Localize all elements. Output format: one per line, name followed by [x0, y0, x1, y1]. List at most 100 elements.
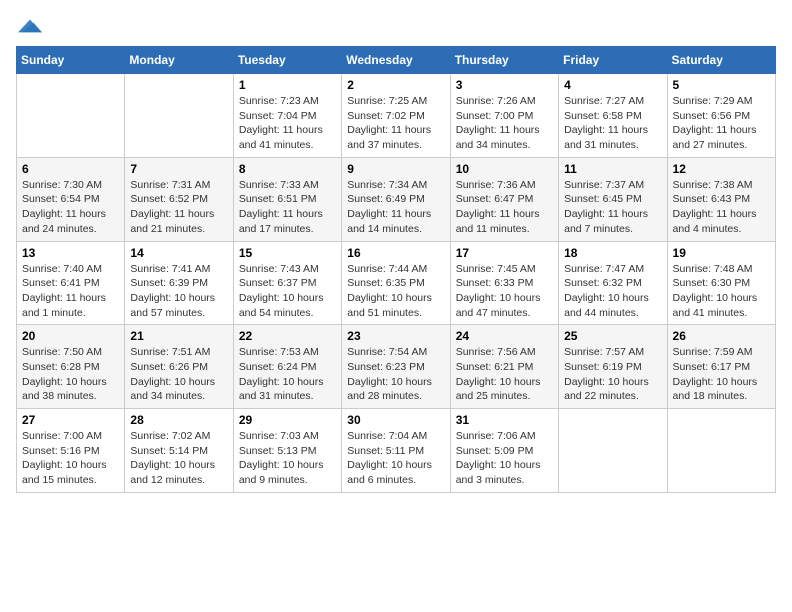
- day-number: 9: [347, 162, 444, 176]
- logo: [16, 16, 46, 36]
- day-detail: Sunrise: 7:00 AMSunset: 5:16 PMDaylight:…: [22, 429, 119, 488]
- day-number: 6: [22, 162, 119, 176]
- header-thursday: Thursday: [450, 47, 558, 74]
- day-detail: Sunrise: 7:44 AMSunset: 6:35 PMDaylight:…: [347, 262, 444, 321]
- day-number: 13: [22, 246, 119, 260]
- calendar-cell: 3 Sunrise: 7:26 AMSunset: 7:00 PMDaylight…: [450, 74, 558, 158]
- day-detail: Sunrise: 7:04 AMSunset: 5:11 PMDaylight:…: [347, 429, 444, 488]
- day-detail: Sunrise: 7:27 AMSunset: 6:58 PMDaylight:…: [564, 94, 661, 153]
- day-detail: Sunrise: 7:33 AMSunset: 6:51 PMDaylight:…: [239, 178, 336, 237]
- calendar-cell: 7 Sunrise: 7:31 AMSunset: 6:52 PMDaylight…: [125, 157, 233, 241]
- day-detail: Sunrise: 7:51 AMSunset: 6:26 PMDaylight:…: [130, 345, 227, 404]
- calendar-cell: 28Sunrise: 7:02 AMSunset: 5:14 PMDayligh…: [125, 409, 233, 493]
- header-friday: Friday: [559, 47, 667, 74]
- day-number: 17: [456, 246, 553, 260]
- day-detail: Sunrise: 7:36 AMSunset: 6:47 PMDaylight:…: [456, 178, 553, 237]
- day-number: 8: [239, 162, 336, 176]
- week-row-4: 27Sunrise: 7:00 AMSunset: 5:16 PMDayligh…: [17, 409, 776, 493]
- calendar-cell: [125, 74, 233, 158]
- day-detail: Sunrise: 7:53 AMSunset: 6:24 PMDaylight:…: [239, 345, 336, 404]
- calendar-cell: 23 Sunrise: 7:54 AMSunset: 6:23 PMDayligh…: [342, 325, 450, 409]
- calendar-cell: 19 Sunrise: 7:48 AMSunset: 6:30 PMDayligh…: [667, 241, 775, 325]
- calendar-cell: 4 Sunrise: 7:27 AMSunset: 6:58 PMDaylight…: [559, 74, 667, 158]
- day-detail: Sunrise: 7:57 AMSunset: 6:19 PMDaylight:…: [564, 345, 661, 404]
- day-detail: Sunrise: 7:37 AMSunset: 6:45 PMDaylight:…: [564, 178, 661, 237]
- day-number: 16: [347, 246, 444, 260]
- day-number: 23: [347, 329, 444, 343]
- week-row-3: 20Sunrise: 7:50 AMSunset: 6:28 PMDayligh…: [17, 325, 776, 409]
- calendar-cell: 21 Sunrise: 7:51 AMSunset: 6:26 PMDayligh…: [125, 325, 233, 409]
- day-detail: Sunrise: 7:45 AMSunset: 6:33 PMDaylight:…: [456, 262, 553, 321]
- calendar-cell: 22 Sunrise: 7:53 AMSunset: 6:24 PMDayligh…: [233, 325, 341, 409]
- calendar-cell: 15 Sunrise: 7:43 AMSunset: 6:37 PMDayligh…: [233, 241, 341, 325]
- calendar-table: SundayMondayTuesdayWednesdayThursdayFrid…: [16, 46, 776, 493]
- calendar-cell: 9Sunrise: 7:34 AMSunset: 6:49 PMDaylight…: [342, 157, 450, 241]
- day-detail: Sunrise: 7:30 AMSunset: 6:54 PMDaylight:…: [22, 178, 119, 237]
- day-number: 1: [239, 78, 336, 92]
- day-number: 21: [130, 329, 227, 343]
- day-detail: Sunrise: 7:38 AMSunset: 6:43 PMDaylight:…: [673, 178, 770, 237]
- calendar-cell: 24Sunrise: 7:56 AMSunset: 6:21 PMDayligh…: [450, 325, 558, 409]
- day-number: 26: [673, 329, 770, 343]
- day-detail: Sunrise: 7:03 AMSunset: 5:13 PMDaylight:…: [239, 429, 336, 488]
- calendar-cell: 30Sunrise: 7:04 AMSunset: 5:11 PMDayligh…: [342, 409, 450, 493]
- calendar-cell: 2 Sunrise: 7:25 AMSunset: 7:02 PMDaylight…: [342, 74, 450, 158]
- day-number: 22: [239, 329, 336, 343]
- calendar-cell: 17 Sunrise: 7:45 AMSunset: 6:33 PMDayligh…: [450, 241, 558, 325]
- day-detail: Sunrise: 7:47 AMSunset: 6:32 PMDaylight:…: [564, 262, 661, 321]
- day-detail: Sunrise: 7:25 AMSunset: 7:02 PMDaylight:…: [347, 94, 444, 153]
- day-number: 4: [564, 78, 661, 92]
- day-number: 31: [456, 413, 553, 427]
- calendar-cell: 11 Sunrise: 7:37 AMSunset: 6:45 PMDayligh…: [559, 157, 667, 241]
- day-number: 7: [130, 162, 227, 176]
- header-sunday: Sunday: [17, 47, 125, 74]
- calendar-cell: 26 Sunrise: 7:59 AMSunset: 6:17 PMDayligh…: [667, 325, 775, 409]
- calendar-cell: 25 Sunrise: 7:57 AMSunset: 6:19 PMDayligh…: [559, 325, 667, 409]
- day-detail: Sunrise: 7:48 AMSunset: 6:30 PMDaylight:…: [673, 262, 770, 321]
- day-number: 11: [564, 162, 661, 176]
- calendar-cell: 20Sunrise: 7:50 AMSunset: 6:28 PMDayligh…: [17, 325, 125, 409]
- calendar-cell: 6 Sunrise: 7:30 AMSunset: 6:54 PMDaylight…: [17, 157, 125, 241]
- day-number: 19: [673, 246, 770, 260]
- day-detail: Sunrise: 7:56 AMSunset: 6:21 PMDaylight:…: [456, 345, 553, 404]
- header-saturday: Saturday: [667, 47, 775, 74]
- day-number: 18: [564, 246, 661, 260]
- header-wednesday: Wednesday: [342, 47, 450, 74]
- calendar-cell: 12 Sunrise: 7:38 AMSunset: 6:43 PMDayligh…: [667, 157, 775, 241]
- day-number: 14: [130, 246, 227, 260]
- header-row: SundayMondayTuesdayWednesdayThursdayFrid…: [17, 47, 776, 74]
- calendar-cell: 14Sunrise: 7:41 AMSunset: 6:39 PMDayligh…: [125, 241, 233, 325]
- calendar-cell: 31 Sunrise: 7:06 AMSunset: 5:09 PMDayligh…: [450, 409, 558, 493]
- day-number: 3: [456, 78, 553, 92]
- calendar-cell: 16 Sunrise: 7:44 AMSunset: 6:35 PMDayligh…: [342, 241, 450, 325]
- week-row-0: 1Sunrise: 7:23 AMSunset: 7:04 PMDaylight…: [17, 74, 776, 158]
- day-number: 15: [239, 246, 336, 260]
- day-number: 12: [673, 162, 770, 176]
- calendar-cell: 1Sunrise: 7:23 AMSunset: 7:04 PMDaylight…: [233, 74, 341, 158]
- calendar-cell: 13 Sunrise: 7:40 AMSunset: 6:41 PMDayligh…: [17, 241, 125, 325]
- calendar-cell: 18 Sunrise: 7:47 AMSunset: 6:32 PMDayligh…: [559, 241, 667, 325]
- day-detail: Sunrise: 7:43 AMSunset: 6:37 PMDaylight:…: [239, 262, 336, 321]
- calendar-cell: 27Sunrise: 7:00 AMSunset: 5:16 PMDayligh…: [17, 409, 125, 493]
- day-detail: Sunrise: 7:54 AMSunset: 6:23 PMDaylight:…: [347, 345, 444, 404]
- calendar-cell: [667, 409, 775, 493]
- day-number: 10: [456, 162, 553, 176]
- day-detail: Sunrise: 7:31 AMSunset: 6:52 PMDaylight:…: [130, 178, 227, 237]
- week-row-1: 6 Sunrise: 7:30 AMSunset: 6:54 PMDaylight…: [17, 157, 776, 241]
- calendar-cell: 29 Sunrise: 7:03 AMSunset: 5:13 PMDayligh…: [233, 409, 341, 493]
- calendar-cell: 8 Sunrise: 7:33 AMSunset: 6:51 PMDaylight…: [233, 157, 341, 241]
- page-header: [16, 16, 776, 36]
- day-number: 2: [347, 78, 444, 92]
- day-detail: Sunrise: 7:06 AMSunset: 5:09 PMDaylight:…: [456, 429, 553, 488]
- calendar-cell: 10 Sunrise: 7:36 AMSunset: 6:47 PMDayligh…: [450, 157, 558, 241]
- day-number: 5: [673, 78, 770, 92]
- day-detail: Sunrise: 7:02 AMSunset: 5:14 PMDaylight:…: [130, 429, 227, 488]
- day-detail: Sunrise: 7:59 AMSunset: 6:17 PMDaylight:…: [673, 345, 770, 404]
- day-detail: Sunrise: 7:26 AMSunset: 7:00 PMDaylight:…: [456, 94, 553, 153]
- day-number: 20: [22, 329, 119, 343]
- calendar-cell: [17, 74, 125, 158]
- day-detail: Sunrise: 7:40 AMSunset: 6:41 PMDaylight:…: [22, 262, 119, 321]
- day-number: 25: [564, 329, 661, 343]
- day-detail: Sunrise: 7:29 AMSunset: 6:56 PMDaylight:…: [673, 94, 770, 153]
- day-number: 29: [239, 413, 336, 427]
